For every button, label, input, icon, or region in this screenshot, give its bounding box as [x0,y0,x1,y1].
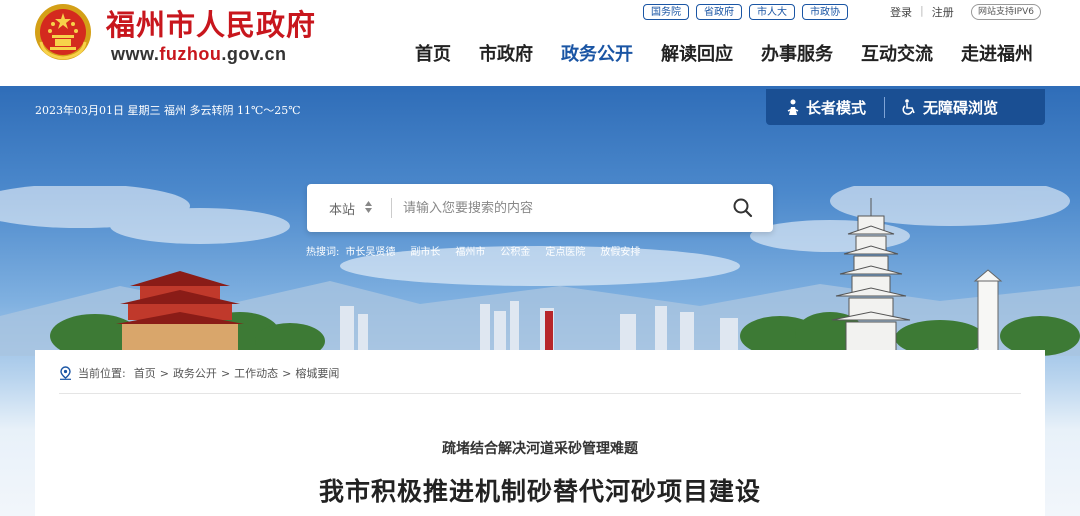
nav-about-fuzhou[interactable]: 走进福州 [961,43,1033,67]
search-box: 本站 [307,184,773,232]
search-input[interactable] [403,197,723,219]
breadcrumb-affairs-open[interactable]: 政务公开 [173,365,217,381]
login-link[interactable]: 登录 [890,4,912,20]
sort-arrows-icon[interactable] [364,198,373,216]
nav-affairs-open[interactable]: 政务公开 [561,43,633,67]
site-domain: www.fuzhou.gov.cn [111,44,287,64]
link-municipal-cppcc[interactable]: 市政协 [802,4,848,20]
accessible-label: 无障碍浏览 [923,98,999,117]
breadcrumb-separator: > [220,366,231,380]
register-link[interactable]: 注册 [932,4,954,20]
mode-bar: 长者模式 无障碍浏览 [766,89,1045,125]
breadcrumb: 当前位置: 首页 > 政务公开 > 工作动态 > 榕城要闻 [59,365,339,381]
link-state-council[interactable]: 国务院 [643,4,689,20]
hot-word[interactable]: 市长吴贤德 [345,243,395,258]
nav-services[interactable]: 办事服务 [761,43,833,67]
nav-government[interactable]: 市政府 [479,43,533,67]
nav-home[interactable]: 首页 [415,43,451,67]
hot-word[interactable]: 放假安排 [600,243,640,258]
breadcrumb-separator: > [159,366,169,380]
wheelchair-icon [902,99,915,115]
hot-word[interactable]: 副市长 [410,243,440,258]
accessible-button[interactable]: 无障碍浏览 [884,96,999,118]
breadcrumb-divider [59,393,1021,394]
hot-searches: 热搜词: 市长吴贤德 副市长 福州市 公积金 定点医院 放假安排 [306,243,655,258]
site-name[interactable]: 福州市人民政府 [106,2,316,44]
search-divider [391,198,392,218]
hot-searches-label: 热搜词: [306,247,340,258]
date-weather: 2023年03月01日 星期三 福州 多云转阴 11℃～25℃ [35,104,301,117]
elder-mode-button[interactable]: 长者模式 [786,97,866,118]
search-scope-select[interactable]: 本站 [329,199,355,218]
article-title: 我市积极推进机制砂替代河砂项目建设 [318,477,761,506]
tower-building [116,271,244,351]
hero-banner: 2023年03月01日 星期三 福州 多云转阴 11℃～25℃ 长者模式 无障碍… [0,86,1080,516]
search-icon[interactable] [731,196,755,220]
breadcrumb-work-news[interactable]: 工作动态 [234,365,278,381]
breadcrumb-separator: > [282,366,292,380]
article-subtitle: 疏堵结合解决河道采砂管理难题 [442,441,638,457]
breadcrumb-home[interactable]: 首页 [134,365,156,381]
ipv6-badge: 网站支持IPV6 [971,4,1041,20]
top-links: 国务院 省政府 市人大 市政协 [643,4,848,20]
breadcrumb-city-news[interactable]: 榕城要闻 [295,365,339,381]
auth-separator: | [920,4,924,17]
nav-interaction[interactable]: 互动交流 [861,43,933,67]
breadcrumb-label: 当前位置: [78,367,126,380]
location-pin-icon [60,366,71,380]
elder-mode-label: 长者模式 [806,98,867,117]
link-provincial-government[interactable]: 省政府 [696,4,742,20]
main-nav: 首页 市政府 政务公开 解读回应 办事服务 互动交流 走进福州 [415,43,1061,67]
hot-word[interactable]: 福州市 [455,243,485,258]
small-pagoda [973,269,1003,352]
article-card: 当前位置: 首页 > 政务公开 > 工作动态 > 榕城要闻 疏堵结合解决河道采砂… [35,350,1045,516]
national-emblem-icon[interactable] [33,2,93,62]
site-header: 福州市人民政府 www.fuzhou.gov.cn 国务院 省政府 市人大 市政… [0,0,1080,86]
elder-icon [787,99,799,115]
hot-word[interactable]: 公积金 [500,243,530,258]
auth-links: 登录 | 注册 [890,4,954,20]
nav-interpretation[interactable]: 解读回应 [661,43,733,67]
hot-word[interactable]: 定点医院 [545,243,585,258]
link-municipal-congress[interactable]: 市人大 [749,4,795,20]
